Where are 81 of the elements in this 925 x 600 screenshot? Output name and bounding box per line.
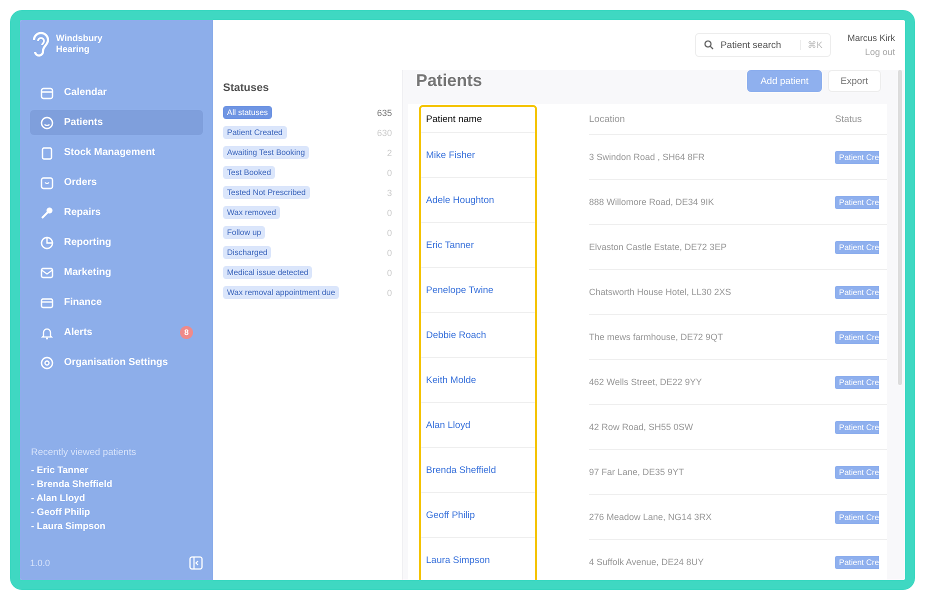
pie-chart-icon [40,236,54,250]
add-patient-button[interactable]: Add patient [747,70,822,92]
collapse-icon[interactable] [189,556,203,570]
status-tag: Patient Cre [835,330,880,344]
ear-logo-icon [30,30,50,58]
user-name: Marcus Kirk [847,33,895,43]
status-filter-chip[interactable]: Discharged [223,246,272,259]
envelope-icon [40,266,54,280]
status-tag: Patient Cre [835,196,880,208]
status-tag: Patient Cre [835,240,880,254]
calendar-icon [40,86,54,100]
nav-item[interactable]: Organisation Settings [30,350,203,375]
patient-name-link[interactable]: Adele Houghton [426,194,494,206]
nav-item[interactable]: Patients [30,110,203,135]
location-text: 97 Far Lane, DE35 9YT [589,467,684,477]
patient-name-link[interactable]: Alan Lloyd [426,420,470,430]
nav-item[interactable]: Reporting [30,230,203,255]
status-filter-chip[interactable]: Medical issue detected [223,266,312,279]
card-icon [40,296,54,310]
status-count: 635 [376,108,392,118]
alert-count-badge: 8 [180,326,193,339]
nav-item[interactable]: Alerts 8 [30,320,203,345]
status-tag: Patient Cre [835,420,880,434]
box-icon [40,176,54,190]
status-filter-chip[interactable]: Patient Created [223,126,287,139]
patient-name-link[interactable]: Keith Molde [426,374,476,386]
patient-name-link[interactable]: Mike Fisher [426,150,476,160]
status-tag: Patient Cre [835,150,880,164]
status-filter-chip[interactable]: Wax removal appointment due [223,286,340,299]
status-tag: Patient Cre [835,376,880,388]
smiley-icon [40,116,54,130]
patient-name-link[interactable]: Laura Simpson [426,554,490,566]
logo-text: Windsbury Hearing [56,33,104,55]
location-text: 888 Willomore Road, DE34 9IK [589,197,714,207]
location-text: Elvaston Castle Estate, DE72 3EP [589,242,727,252]
search-input[interactable]: Patient search [720,40,794,50]
location-text: Chatsworth House Hotel, LL30 2XS [589,287,732,297]
column-header: Patient name [421,107,535,133]
column-header: Status [835,104,887,135]
location-text: 3 Swindon Road , SH64 8FR [589,152,705,162]
location-text: 42 Row Road, SH55 0SW [589,422,694,432]
logout-link[interactable]: Log out [864,47,895,57]
location-text: The mews farmhouse, DE72 9QT [589,332,724,342]
status-tag: Patient Cre [835,286,880,298]
location-text: 276 Meadow Lane, NG14 3RX [589,512,712,522]
nav-item[interactable]: Repairs [30,200,203,225]
shortcut-hint: ⌘K [800,40,822,50]
location-text: 4 Suffolk Avenue, DE24 8UY [589,557,704,567]
status-filter-chip[interactable]: All statuses [223,106,272,119]
status-tag: Patient Cre [835,466,880,478]
statuses-title: Statuses [223,82,270,94]
recent-patient-link[interactable]: - Laura Simpson [31,521,203,532]
recent-patient-link[interactable]: - Eric Tanner [31,465,203,476]
location-text: 462 Wells Street, DE22 9YY [589,377,702,387]
search-icon [704,40,714,50]
status-tag: Patient Cre [835,510,880,524]
status-tag: Patient Cre [835,556,880,568]
nav-item[interactable]: Calendar [30,80,203,105]
status-filter-chip[interactable]: Awaiting Test Booking [223,146,309,159]
patient-name-link[interactable]: Eric Tanner [426,240,474,250]
bell-icon [40,326,54,340]
recent-patient-link[interactable]: - Geoff Philip [31,507,203,518]
nav-item[interactable]: Orders [30,170,203,195]
status-filter-chip[interactable]: Tested Not Prescribed [223,186,310,199]
patient-name-link[interactable]: Brenda Sheffield [426,464,496,476]
recent-patient-link[interactable]: - Brenda Sheffield [31,479,203,490]
patient-name-link[interactable]: Penelope Twine [426,284,494,296]
patient-name-link[interactable]: Geoff Philip [426,510,475,520]
export-button[interactable]: Export [828,70,881,92]
nav-item[interactable]: Marketing [30,260,203,285]
nav-item[interactable]: Stock Management [30,140,203,165]
column-header: Location [589,104,835,135]
recent-title: Recently viewed patients [31,447,138,458]
patient-name-link[interactable]: Debbie Roach [426,330,486,340]
status-filter-chip[interactable]: Wax removed [223,206,280,219]
version-text: 1.0.0 [30,558,50,568]
status-filter-chip[interactable]: Test Booked [223,166,276,179]
status-filter-chip[interactable]: Follow up [223,226,266,239]
page-title: Patients [416,71,482,91]
nav-item[interactable]: Finance [30,290,203,315]
recent-patient-link[interactable]: - Alan Lloyd [31,493,203,504]
